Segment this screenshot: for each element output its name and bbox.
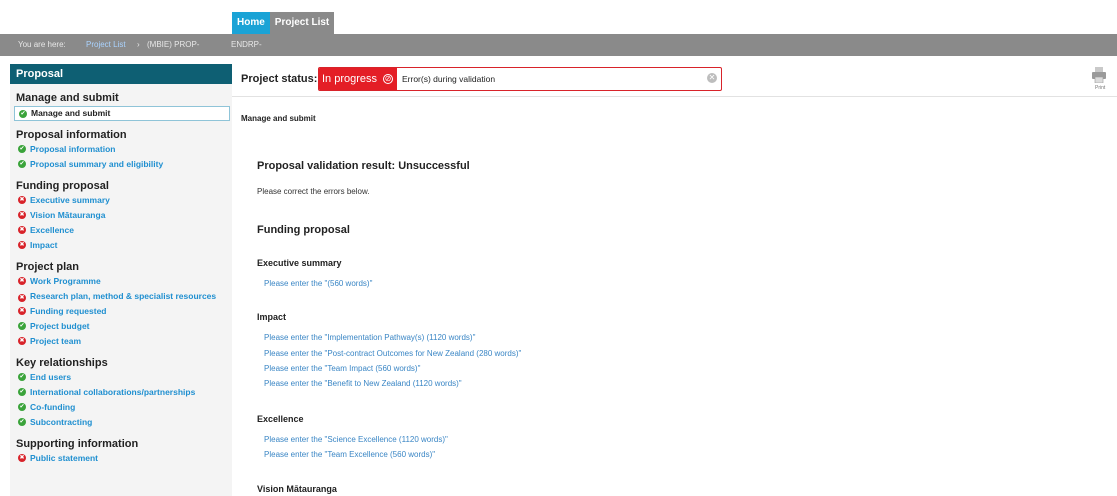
- sidebar-item-label: Proposal summary and eligibility: [30, 159, 164, 169]
- error-link[interactable]: Please enter the "Implementation Pathway…: [264, 333, 475, 342]
- error-icon: ✖: [18, 454, 26, 462]
- sidebar-item-funding-requested[interactable]: ✖ Funding requested: [10, 304, 232, 319]
- breadcrumb: You are here: Project List › (MBIE) PROP…: [0, 34, 1117, 56]
- sidebar-item-label: Project budget: [30, 321, 90, 331]
- sidebar-item-project-team[interactable]: ✖ Project team: [10, 334, 232, 349]
- sidebar-item-label: Project team: [30, 336, 82, 346]
- error-link[interactable]: Please enter the "Post-contract Outcomes…: [264, 349, 521, 358]
- sidebar-item-label: Excellence: [30, 225, 74, 235]
- page-title: Manage and submit: [241, 114, 316, 123]
- check-icon: ✔: [18, 403, 26, 411]
- error-icon: ✖: [18, 337, 26, 345]
- print-button[interactable]: Print: [1089, 67, 1109, 95]
- error-link[interactable]: Please enter the "Benefit to New Zealand…: [264, 379, 462, 388]
- sidebar-item-label: Public statement: [30, 453, 99, 463]
- sidebar-item-label: Funding requested: [30, 306, 107, 316]
- sidebar-item-label: Manage and submit: [31, 108, 111, 118]
- error-link[interactable]: Please enter the "Team Excellence (560 w…: [264, 450, 435, 459]
- section-heading-executive-summary: Executive summary: [257, 258, 342, 268]
- breadcrumb-separator: ›: [137, 40, 140, 49]
- check-icon: ✔: [18, 322, 26, 330]
- sidebar-item-proposal-information[interactable]: ✔ Proposal information: [10, 142, 232, 157]
- sidebar-item-subcontracting[interactable]: ✔ Subcontracting: [10, 415, 232, 430]
- error-icon: ✖: [18, 241, 26, 249]
- sidebar-item-label: Co-funding: [30, 402, 76, 412]
- error-icon: ✖: [18, 277, 26, 285]
- sidebar-item-project-budget[interactable]: ✔ Project budget: [10, 319, 232, 334]
- breadcrumb-proposal-id-end: ENDRP-: [231, 40, 262, 49]
- error-icon: ✖: [18, 226, 26, 234]
- check-icon: ✔: [18, 388, 26, 396]
- check-icon: ✔: [18, 160, 26, 168]
- sidebar-item-label: Vision Mātauranga: [30, 210, 106, 220]
- sidebar-item-co-funding[interactable]: ✔ Co-funding: [10, 400, 232, 415]
- sidebar-item-vision-matauranga[interactable]: ✖ Vision Mātauranga: [10, 208, 232, 223]
- printer-icon: [1092, 67, 1106, 83]
- error-link[interactable]: Please enter the "(560 words)": [264, 279, 372, 288]
- error-icon: ✖: [18, 307, 26, 315]
- sidebar-header: Proposal: [10, 64, 232, 84]
- status-badge: In progress ⊘: [319, 68, 397, 90]
- breadcrumb-proposal-id: (MBIE) PROP-: [147, 40, 200, 49]
- sidebar-item-label: Research plan, method & specialist resou…: [30, 291, 217, 301]
- error-link[interactable]: Please enter the "Team Impact (560 words…: [264, 364, 420, 373]
- section-heading-excellence: Excellence: [257, 414, 304, 424]
- sidebar-section-funding-proposal: Funding proposal: [16, 180, 109, 192]
- check-icon: ✔: [18, 373, 26, 381]
- sidebar-item-label: Executive summary: [30, 195, 110, 205]
- sidebar: Proposal Manage and submit ✔ Manage and …: [10, 64, 232, 496]
- sidebar-section-key-relationships: Key relationships: [16, 357, 108, 369]
- sidebar-item-label: Impact: [30, 240, 58, 250]
- status-badge-text: In progress: [322, 73, 378, 85]
- sidebar-section-proposal-information: Proposal information: [16, 129, 127, 141]
- error-link[interactable]: Please enter the "Science Excellence (11…: [264, 435, 448, 444]
- sidebar-item-excellence[interactable]: ✖ Excellence: [10, 223, 232, 238]
- sidebar-item-label: International collaborations/partnership…: [30, 387, 196, 397]
- section-heading-vision-matauranga: Vision Mātauranga: [257, 484, 337, 494]
- project-status-box: In progress ⊘ Error(s) during validation…: [318, 67, 722, 91]
- project-status-bar: Project status: In progress ⊘ Error(s) d…: [232, 64, 1117, 97]
- sidebar-item-proposal-summary[interactable]: ✔ Proposal summary and eligibility: [10, 157, 232, 172]
- sidebar-item-label: End users: [30, 372, 72, 382]
- error-icon: ✖: [18, 294, 26, 302]
- error-icon: ✖: [18, 211, 26, 219]
- sidebar-item-impact[interactable]: ✖ Impact: [10, 238, 232, 253]
- blocked-icon: ⊘: [383, 74, 394, 84]
- sidebar-section-project-plan: Project plan: [16, 261, 79, 273]
- status-message: Error(s) during validation: [402, 74, 496, 84]
- sidebar-item-label: Subcontracting: [30, 417, 93, 427]
- nav-tab-home[interactable]: Home: [232, 12, 270, 34]
- sidebar-item-research-plan[interactable]: ✖ Research plan, method & specialist res…: [10, 289, 232, 304]
- close-icon[interactable]: ✕: [707, 73, 717, 83]
- sidebar-section-supporting-information: Supporting information: [16, 438, 139, 450]
- sidebar-item-international-collaborations[interactable]: ✔ International collaborations/partnersh…: [10, 385, 232, 400]
- sidebar-section-manage: Manage and submit: [16, 92, 119, 104]
- print-label: Print: [1095, 85, 1106, 91]
- main-content: Manage and submit Proposal validation re…: [232, 100, 1117, 496]
- nav-tab-project-list[interactable]: Project List: [269, 12, 335, 34]
- sidebar-item-label: Work Programme: [30, 276, 101, 286]
- sidebar-item-end-users[interactable]: ✔ End users: [10, 370, 232, 385]
- section-heading-impact: Impact: [257, 312, 287, 322]
- sidebar-item-label: Proposal information: [30, 144, 116, 154]
- breadcrumb-prefix: You are here:: [18, 40, 66, 49]
- check-icon: ✔: [19, 110, 27, 118]
- validation-instruction: Please correct the errors below.: [257, 187, 370, 196]
- project-status-label: Project status:: [241, 73, 318, 85]
- funding-proposal-heading: Funding proposal: [257, 224, 350, 236]
- sidebar-item-work-programme[interactable]: ✖ Work Programme: [10, 274, 232, 289]
- check-icon: ✔: [18, 418, 26, 426]
- sidebar-item-executive-summary[interactable]: ✖ Executive summary: [10, 193, 232, 208]
- check-icon: ✔: [18, 145, 26, 153]
- error-icon: ✖: [18, 196, 26, 204]
- sidebar-item-public-statement[interactable]: ✖ Public statement: [10, 451, 232, 466]
- top-nav: Home Project List: [232, 12, 335, 34]
- sidebar-item-manage-and-submit[interactable]: ✔ Manage and submit: [14, 106, 230, 121]
- validation-result-heading: Proposal validation result: Unsuccessful: [257, 160, 470, 172]
- breadcrumb-link-project-list[interactable]: Project List: [86, 34, 126, 56]
